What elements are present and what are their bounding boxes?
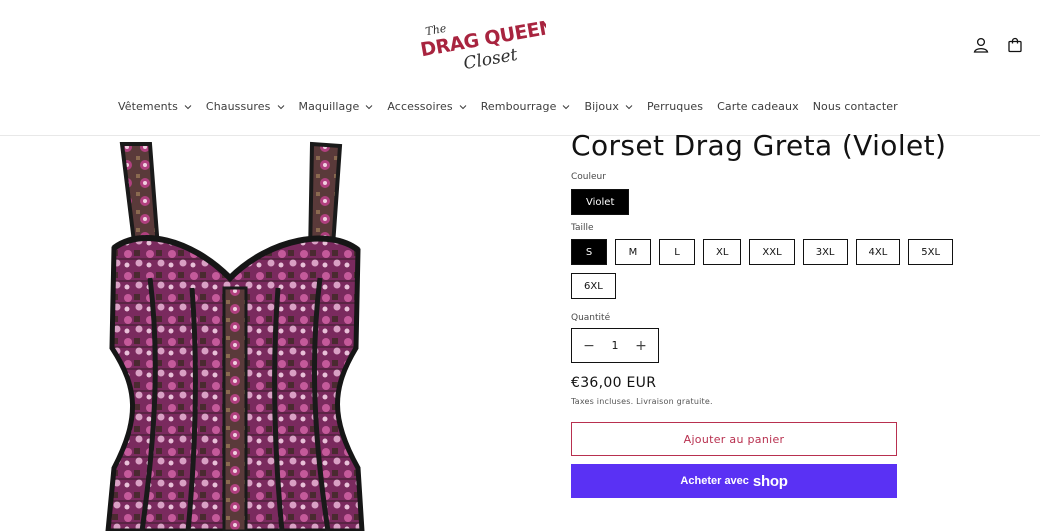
size-option-s[interactable]: S [571, 239, 607, 265]
nav-item-maquillage[interactable]: Maquillage [299, 100, 374, 113]
shop-pay-button[interactable]: Acheter avec shop [571, 464, 897, 498]
nav-item-label: Bijoux [584, 100, 619, 113]
product-title: Corset Drag Greta (Violet) [571, 129, 947, 162]
size-option-xl[interactable]: XL [703, 239, 742, 265]
corset-illustration [105, 141, 365, 531]
quantity-stepper: − 1 + [571, 328, 659, 363]
size-option-5xl[interactable]: 5XL [908, 239, 954, 265]
nav-item-label: Chaussures [205, 100, 271, 113]
brand-logo[interactable]: The DRAG QUEEN Closet [414, 8, 546, 74]
nav-item-label: Nous contacter [812, 100, 898, 113]
chevron-down-icon [563, 104, 570, 109]
user-icon[interactable] [972, 36, 990, 54]
product-info: Corset Drag Greta (Violet) Couleur Viole… [571, 128, 991, 498]
size-option-6xl[interactable]: 6XL [571, 273, 616, 299]
nav-item-bijoux[interactable]: Bijoux [584, 100, 633, 113]
product-image[interactable] [100, 138, 370, 531]
add-to-cart-button[interactable]: Ajouter au panier [571, 422, 897, 456]
chevron-down-icon [625, 104, 633, 109]
nav-item-label: Rembourrage [480, 100, 557, 113]
size-option-m[interactable]: M [615, 239, 651, 265]
size-option-4xl[interactable]: 4XL [855, 239, 901, 265]
main-nav: Vêtements Chaussures Maquillage Accessoi… [118, 100, 912, 113]
nav-item-perruques[interactable]: Perruques [647, 100, 703, 113]
chevron-down-icon [277, 104, 284, 109]
tax-note: Taxes incluses. Livraison gratuite. [571, 397, 713, 406]
chevron-down-icon [184, 104, 192, 109]
nav-item-carte-cadeaux[interactable]: Carte cadeaux [717, 100, 799, 113]
nav-item-vetements[interactable]: Vêtements [118, 100, 192, 113]
buy-prefix: Acheter avec [680, 475, 749, 487]
nav-item-label: Accessoires [387, 100, 453, 113]
minus-icon[interactable]: − [582, 338, 596, 354]
nav-item-label: Vêtements [118, 100, 178, 113]
color-label: Couleur [571, 172, 606, 182]
site-header: The DRAG QUEEN Closet Vêtements Chaussur… [0, 0, 1040, 136]
shop-logo: shop [752, 472, 788, 490]
nav-item-label: Carte cadeaux [717, 100, 799, 113]
size-option-l[interactable]: L [659, 239, 695, 265]
chevron-down-icon [459, 104, 467, 109]
nav-item-chaussures[interactable]: Chaussures [206, 100, 285, 113]
nav-item-accessoires[interactable]: Accessoires [387, 100, 467, 113]
chevron-down-icon [366, 104, 373, 109]
product-price: €36,00 EUR [571, 375, 657, 391]
nav-item-label: Perruques [646, 100, 704, 113]
nav-item-nous-contacter[interactable]: Nous contacter [813, 100, 898, 113]
size-label: Taille [571, 223, 594, 233]
size-options: S M L XL XXL 3XL 4XL 5XL 6XL [571, 239, 991, 299]
size-option-3xl[interactable]: 3XL [802, 239, 848, 265]
quantity-label: Quantité [571, 313, 611, 323]
nav-item-label: Maquillage [298, 100, 360, 113]
quantity-input[interactable]: 1 [612, 339, 619, 352]
bag-icon[interactable] [1006, 36, 1024, 54]
plus-icon[interactable]: + [634, 338, 648, 354]
nav-item-rembourrage[interactable]: Rembourrage [481, 100, 571, 113]
color-option-violet[interactable]: Violet [571, 189, 630, 215]
size-option-xxl[interactable]: XXL [749, 239, 795, 265]
